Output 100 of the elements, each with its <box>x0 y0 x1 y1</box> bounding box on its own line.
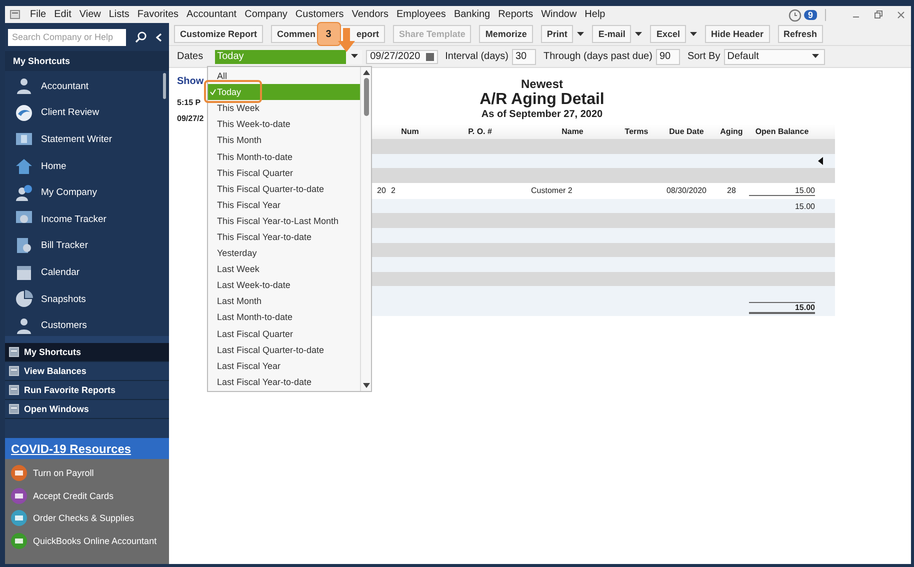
search-field[interactable]: Search Company or Help <box>8 28 126 46</box>
date-option[interactable]: Last Week-to-date <box>208 277 360 294</box>
menu-item[interactable]: Favorites <box>133 9 183 20</box>
interval-field[interactable]: 30 <box>512 48 536 64</box>
calendar-icon[interactable] <box>15 263 33 282</box>
calendar-icon[interactable] <box>426 52 434 60</box>
window-menu-icon[interactable] <box>10 10 20 19</box>
scrollbar-thumb[interactable] <box>163 73 166 99</box>
toolbar-button[interactable]: Print <box>540 25 574 43</box>
nav-item[interactable]: Run Favorite Reports <box>5 381 169 400</box>
scroll-down-icon[interactable] <box>362 383 370 388</box>
date-option[interactable]: Yesterday <box>208 245 360 262</box>
column-header[interactable]: Num <box>391 127 429 136</box>
shortcut-item[interactable]: Calendar <box>41 266 80 278</box>
resource-icon[interactable] <box>11 510 27 526</box>
column-header[interactable]: Aging <box>714 127 749 136</box>
resource-item[interactable]: QuickBooks Online Accountant <box>33 536 157 546</box>
resource-item[interactable]: Turn on Payroll <box>33 468 94 478</box>
people-icon[interactable] <box>15 184 33 202</box>
nav-item[interactable]: Open Windows <box>5 400 169 419</box>
date-option[interactable]: This Month <box>208 132 360 148</box>
through-field[interactable]: 90 <box>656 48 680 64</box>
date-option[interactable]: Last Month <box>208 293 360 310</box>
date-option[interactable]: All <box>208 68 360 84</box>
restore-icon[interactable] <box>874 10 883 19</box>
menu-item[interactable]: Company <box>240 9 292 20</box>
sort-dropdown[interactable]: Default <box>724 48 826 64</box>
menu-item[interactable]: Customers <box>291 9 348 20</box>
resource-icon[interactable] <box>11 532 27 549</box>
nav-item[interactable]: My Shortcuts <box>5 343 169 362</box>
scrollbar-thumb[interactable] <box>364 78 368 116</box>
column-header[interactable]: Due Date <box>659 127 714 136</box>
caret-icon[interactable] <box>577 32 584 36</box>
menu-item[interactable]: Help <box>580 9 610 20</box>
menu-item[interactable]: Employees <box>392 9 450 20</box>
scroll-up-icon[interactable] <box>362 70 370 75</box>
house-icon[interactable] <box>15 157 33 176</box>
menu-item[interactable]: Lists <box>104 9 134 20</box>
toolbar-button[interactable]: E-mail <box>592 25 632 43</box>
date-option[interactable]: This Fiscal Year-to-Last Month <box>208 212 360 229</box>
date-option[interactable]: Last Week <box>208 261 360 278</box>
toolbar-button[interactable]: Customize Report <box>174 25 264 43</box>
shortcut-item[interactable]: Customers <box>41 320 87 332</box>
toolbar-button[interactable]: Excel <box>650 25 686 43</box>
menu-item[interactable]: View <box>75 9 105 20</box>
menu-item[interactable]: Banking <box>450 9 494 20</box>
shortcut-item[interactable]: Client Review <box>41 107 100 118</box>
pie-chart-icon[interactable] <box>15 290 33 308</box>
shortcut-item[interactable]: Accountant <box>41 80 89 92</box>
toolbar-button[interactable]: Refresh <box>778 25 824 43</box>
date-option[interactable]: Last Month-to-date <box>208 309 360 326</box>
resource-item[interactable]: Accept Credit Cards <box>33 490 114 501</box>
date-option[interactable]: This Fiscal Quarter <box>208 164 360 181</box>
column-header[interactable]: Name <box>531 127 614 136</box>
menu-item[interactable]: Reports <box>494 9 538 20</box>
shortcut-item[interactable]: Income Tracker <box>41 214 106 225</box>
collapse-icon[interactable] <box>156 32 162 42</box>
menu-item[interactable]: Window <box>537 9 581 20</box>
search-icon[interactable] <box>135 31 147 43</box>
date-option[interactable]: This Fiscal Year-to-date <box>208 228 360 246</box>
caret-icon[interactable] <box>812 54 820 59</box>
date-option[interactable]: This Week <box>208 100 360 116</box>
show-filters-link[interactable]: Show <box>177 76 204 87</box>
person-icon[interactable] <box>15 316 33 335</box>
caret-icon[interactable] <box>690 32 697 36</box>
shortcut-item[interactable]: Statement Writer <box>41 134 112 145</box>
toolbar-button[interactable]: Commen <box>271 25 317 43</box>
menu-item[interactable]: Accountant <box>182 9 241 20</box>
column-header[interactable]: Terms <box>614 127 659 136</box>
date-option[interactable]: This Fiscal Year <box>208 196 360 213</box>
globe-icon[interactable] <box>15 104 33 122</box>
date-option[interactable]: Last Fiscal Quarter <box>208 326 360 342</box>
shortcut-item[interactable]: Bill Tracker <box>41 240 88 252</box>
toolbar-button[interactable]: Hide Header <box>704 25 770 43</box>
date-option[interactable]: This Fiscal Quarter-to-date <box>208 180 360 197</box>
caret-icon[interactable] <box>351 54 358 59</box>
resource-icon[interactable] <box>11 488 27 504</box>
date-option[interactable]: This Week-to-date <box>208 116 360 132</box>
shortcut-item[interactable]: My Company <box>41 187 97 198</box>
date-option[interactable]: This Month-to-date <box>208 148 360 165</box>
menu-item[interactable]: Edit <box>50 9 76 20</box>
shortcut-item[interactable]: Home <box>41 160 66 172</box>
date-field[interactable]: 09/27/2020 <box>366 50 438 64</box>
date-option[interactable]: Last Fiscal Quarter-to-date <box>208 342 360 358</box>
resource-item[interactable]: Order Checks & Supplies <box>33 513 134 524</box>
menu-item[interactable]: File <box>26 9 50 20</box>
column-header[interactable]: P. O. # <box>429 127 531 136</box>
toolbar-button[interactable]: Memorize <box>479 25 533 43</box>
nav-item[interactable]: View Balances <box>5 362 169 381</box>
menu-item[interactable]: Vendors <box>348 9 392 20</box>
alarm-clock-icon[interactable] <box>788 8 802 22</box>
column-header[interactable]: Open Balance <box>749 127 815 136</box>
caret-icon[interactable] <box>635 32 642 36</box>
resource-icon[interactable] <box>11 465 27 482</box>
date-option[interactable]: Last Fiscal Year-to-date <box>208 374 360 390</box>
alert-count-badge[interactable]: 9 <box>804 10 817 20</box>
close-icon[interactable] <box>897 10 905 18</box>
date-option[interactable]: Last Fiscal Year <box>208 358 360 374</box>
person-icon[interactable] <box>15 77 33 96</box>
shortcut-item[interactable]: Snapshots <box>41 294 86 305</box>
